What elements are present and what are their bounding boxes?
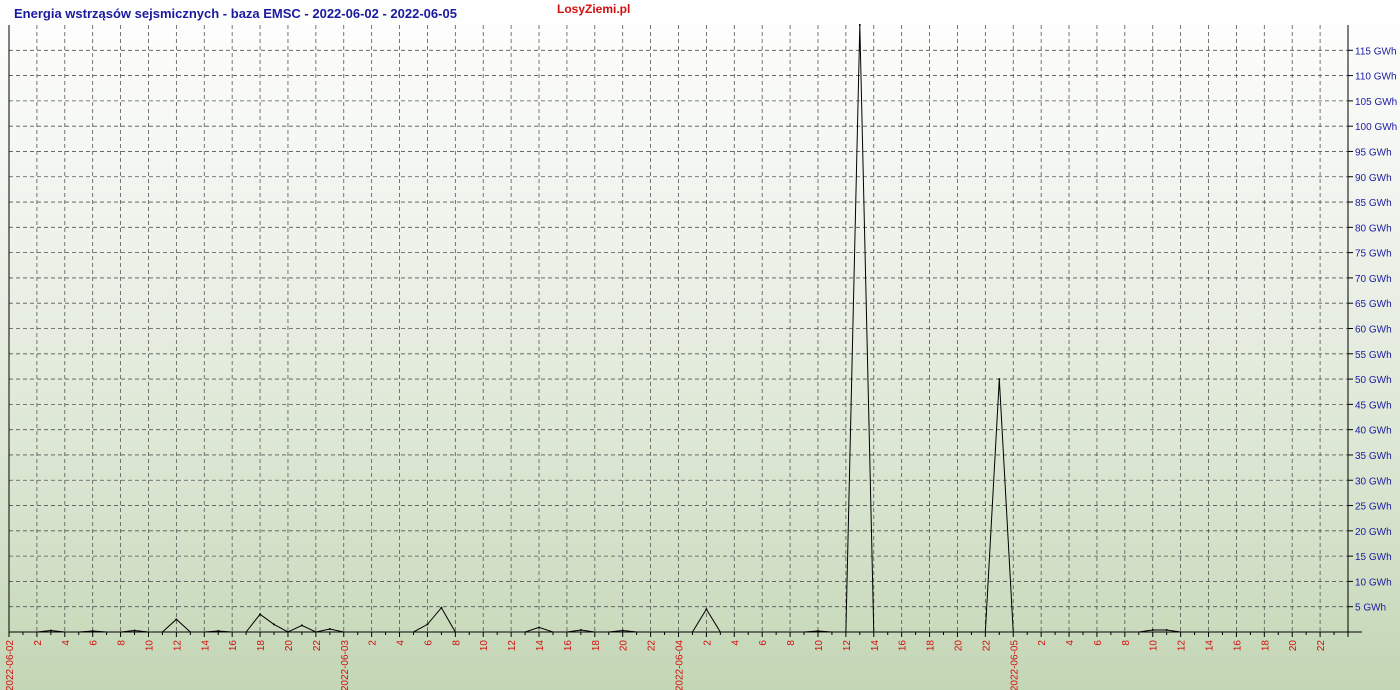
x-tick-label: 12 (842, 640, 853, 652)
y-tick-label: 95 GWh (1355, 147, 1392, 158)
x-tick-label: 18 (1260, 640, 1271, 652)
x-axis-ticks: 2022-06-02 2 4 6 8 10 12 14 16 18 20 22 2022-06-03 2 4… (5, 640, 1327, 690)
x-tick-label: 14 (1205, 640, 1216, 652)
y-tick-label: 105 GWh (1355, 97, 1397, 108)
y-tick-label: 25 GWh (1355, 502, 1392, 513)
x-tick-label: 10 (814, 640, 825, 652)
x-tick-label: 2 (368, 640, 379, 646)
x-tick-label: 10 (479, 640, 490, 652)
x-tick-label: 18 (591, 640, 602, 652)
x-tick-label: 2022-06-02 (5, 640, 16, 690)
y-tick-label: 35 GWh (1355, 451, 1392, 462)
x-tick-label: 12 (1177, 640, 1188, 652)
x-tick-label: 8 (117, 640, 128, 646)
y-tick-label: 90 GWh (1355, 173, 1392, 184)
data-point (426, 623, 429, 626)
data-point (133, 629, 136, 632)
data-point (816, 629, 819, 632)
x-tick-label: 2022-06-05 (1009, 640, 1020, 690)
x-tick-label: 6 (423, 640, 434, 646)
x-tick-label: 4 (396, 640, 407, 646)
data-point (858, 24, 861, 26)
x-tick-label: 8 (451, 640, 462, 646)
data-point (273, 623, 276, 626)
data-point (998, 378, 1001, 381)
x-tick-label: 20 (619, 640, 630, 652)
x-tick-label: 16 (1232, 640, 1243, 652)
x-tick-label: 4 (730, 640, 741, 646)
x-tick-label: 18 (256, 640, 267, 652)
x-tick-label: 6 (1093, 640, 1104, 646)
y-tick-label: 100 GWh (1355, 122, 1397, 133)
x-tick-label: 12 (172, 640, 183, 652)
y-tick-label: 5 GWh (1355, 603, 1386, 614)
data-point (300, 624, 303, 627)
x-tick-label: 16 (563, 640, 574, 652)
x-tick-label: 14 (535, 640, 546, 652)
y-tick-label: 60 GWh (1355, 325, 1392, 336)
y-tick-label: 85 GWh (1355, 198, 1392, 209)
x-tick-label: 6 (758, 640, 769, 646)
x-tick-label: 20 (284, 640, 295, 652)
x-tick-label: 2022-06-04 (675, 640, 686, 690)
y-tick-label: 115 GWh (1355, 46, 1397, 57)
x-tick-label: 2 (702, 640, 713, 646)
x-tick-label: 20 (953, 640, 964, 652)
y-tick-label: 70 GWh (1355, 274, 1392, 285)
x-tick-label: 16 (228, 640, 239, 652)
data-point (175, 618, 178, 621)
x-tick-label: 20 (1288, 640, 1299, 652)
y-tick-label: 40 GWh (1355, 426, 1392, 437)
y-tick-label: 110 GWh (1355, 72, 1397, 83)
chart-title: Energia wstrząsów sejsmicznych - baza EM… (14, 6, 457, 21)
data-point (621, 629, 624, 632)
x-tick-label: 16 (898, 640, 909, 652)
x-tick-label: 22 (647, 640, 658, 652)
data-point (440, 606, 443, 609)
grid-lines (9, 25, 1348, 632)
data-point (91, 629, 94, 632)
x-tick-label: 22 (981, 640, 992, 652)
x-tick-label: 2 (1037, 640, 1048, 646)
data-point (579, 628, 582, 631)
y-tick-label: 75 GWh (1355, 249, 1392, 260)
x-tick-label: 10 (1149, 640, 1160, 652)
x-tick-label: 22 (312, 640, 323, 652)
energy-chart: Energia wstrząsów sejsmicznych - baza EM… (5, 2, 1397, 690)
data-point (259, 613, 262, 616)
x-tick-label: 18 (926, 640, 937, 652)
x-tick-label: 12 (507, 640, 518, 652)
x-tick-label: 2 (33, 640, 44, 646)
x-tick-label: 4 (61, 640, 72, 646)
y-tick-label: 45 GWh (1355, 400, 1392, 411)
data-point (1165, 628, 1168, 631)
x-tick-label: 2022-06-03 (340, 640, 351, 690)
data-point (217, 629, 220, 632)
y-tick-label: 80 GWh (1355, 223, 1392, 234)
x-tick-label: 22 (1316, 640, 1327, 652)
y-axis-ticks: 5 GWh 10 GWh 15 GWh 20 GWh 25 GWh 30 GWh 35 GW… (1348, 46, 1397, 614)
y-tick-label: 65 GWh (1355, 299, 1392, 310)
x-tick-label: 14 (870, 640, 881, 652)
x-tick-label: 4 (1065, 640, 1076, 646)
y-tick-label: 20 GWh (1355, 527, 1392, 538)
x-tick-label: 8 (1121, 640, 1132, 646)
data-point (538, 626, 541, 629)
brand-logo-text[interactable]: LosyZiemi.pl (557, 2, 630, 16)
data-point (1151, 628, 1154, 631)
x-tick-label: 10 (144, 640, 155, 652)
y-tick-label: 10 GWh (1355, 577, 1392, 588)
data-point (328, 627, 331, 630)
series-layer (9, 24, 1362, 633)
y-tick-label: 30 GWh (1355, 476, 1392, 487)
data-point (49, 629, 52, 632)
x-tick-label: 8 (786, 640, 797, 646)
x-tick-label: 14 (200, 640, 211, 652)
y-tick-label: 55 GWh (1355, 350, 1392, 361)
y-tick-label: 15 GWh (1355, 552, 1392, 563)
data-point (705, 608, 708, 611)
y-tick-label: 50 GWh (1355, 375, 1392, 386)
x-tick-label: 6 (89, 640, 100, 646)
